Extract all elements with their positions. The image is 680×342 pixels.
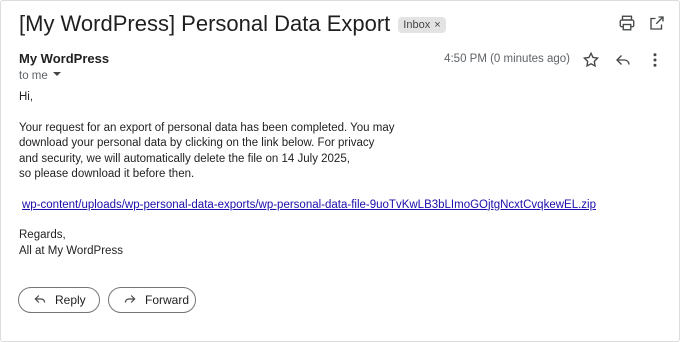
inbox-label-badge[interactable]: Inbox ×	[398, 17, 446, 33]
body-line: and security, we will automatically dele…	[19, 152, 350, 165]
open-in-new-icon[interactable]	[648, 14, 666, 32]
body-line: so please download it before then.	[19, 168, 195, 180]
greeting: Hi,	[19, 91, 34, 103]
body-line: Your request for an export of personal d…	[19, 121, 395, 134]
forward-icon	[123, 292, 137, 309]
reply-label: Reply	[55, 293, 86, 307]
message-actions	[582, 51, 664, 69]
signature: All at My WordPress	[19, 244, 123, 257]
top-toolbar	[618, 14, 666, 32]
signoff: Regards,	[19, 229, 66, 241]
reply-icon	[33, 292, 47, 309]
remove-label-icon[interactable]: ×	[434, 17, 440, 33]
download-link[interactable]: wp-content/uploads/wp-personal-data-expo…	[22, 198, 596, 214]
reply-button[interactable]: Reply	[18, 287, 100, 313]
reply-icon[interactable]	[614, 51, 632, 69]
sender-name[interactable]: My WordPress	[19, 51, 109, 66]
more-vert-icon[interactable]	[646, 51, 664, 69]
email-subject: [My WordPress] Personal Data Export	[19, 11, 391, 36]
star-icon[interactable]	[582, 51, 600, 69]
recipient-text: to me	[19, 69, 48, 82]
email-timestamp: 4:50 PM (0 minutes ago)	[444, 53, 570, 65]
email-subject-row: [My WordPress] Personal Data Export Inbo…	[19, 10, 446, 38]
email-body: Hi, Your request for an export of person…	[19, 90, 619, 259]
label-text: Inbox	[403, 19, 431, 31]
forward-button[interactable]: Forward	[108, 287, 196, 313]
recipient-details[interactable]: to me	[19, 69, 62, 82]
body-line: download your personal data by clicking …	[19, 137, 375, 149]
print-icon[interactable]	[618, 14, 636, 32]
dropdown-arrow-icon[interactable]	[52, 69, 62, 82]
forward-label: Forward	[145, 293, 190, 307]
